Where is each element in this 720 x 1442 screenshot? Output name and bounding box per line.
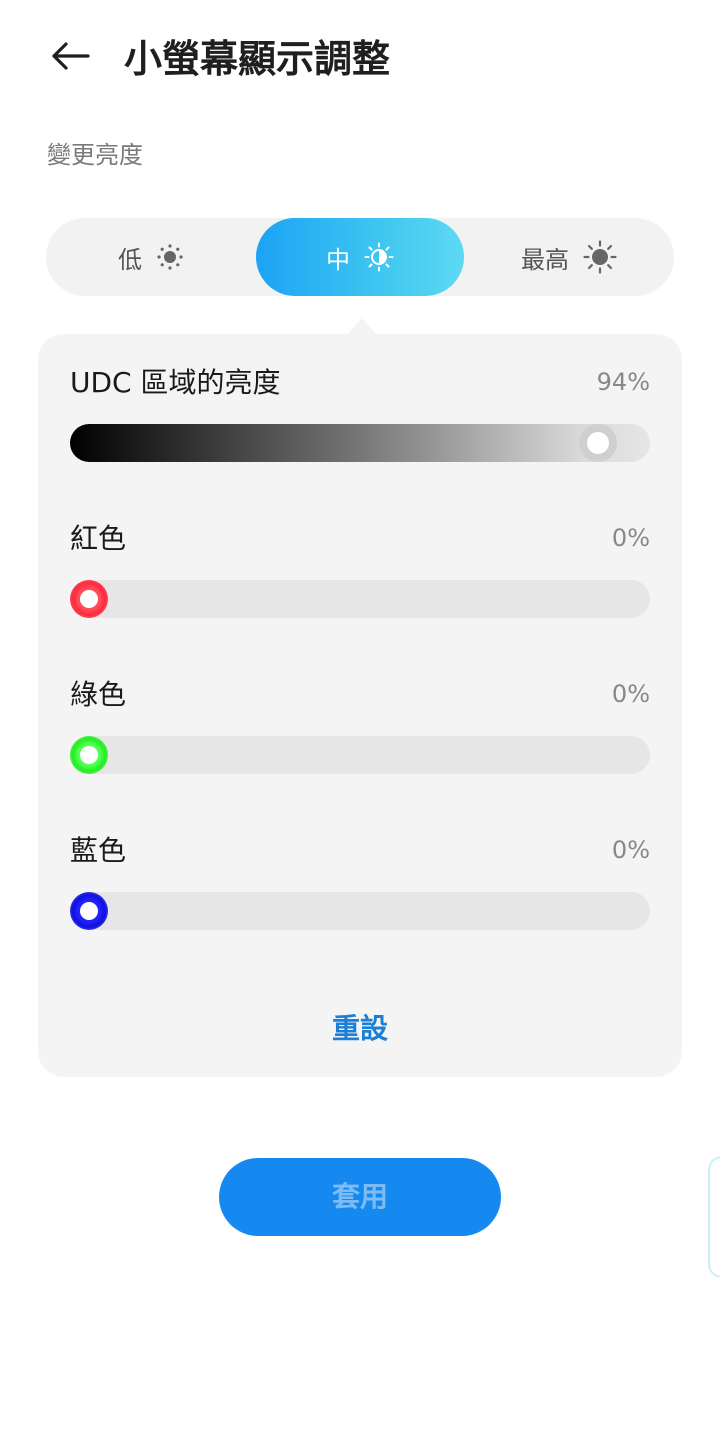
udc-brightness-value: 94% xyxy=(596,368,650,396)
brightness-option-label: 最高 xyxy=(521,245,569,274)
brightness-option-label: 低 xyxy=(118,245,142,274)
udc-brightness-label: UDC 區域的亮度 xyxy=(70,366,281,399)
apply-button[interactable]: 套用 xyxy=(219,1158,501,1236)
page-title: 小螢幕顯示調整 xyxy=(124,37,391,81)
back-button[interactable] xyxy=(44,34,96,78)
slider-thumb[interactable] xyxy=(70,736,108,774)
udc-brightness-slider[interactable] xyxy=(70,424,650,462)
brightness-option-label: 中 xyxy=(326,245,350,274)
slider-thumb[interactable] xyxy=(70,892,108,930)
red-slider[interactable] xyxy=(70,580,650,618)
red-value: 0% xyxy=(611,524,650,552)
brightness-section-label: 變更亮度 xyxy=(47,141,143,169)
green-value: 0% xyxy=(611,680,650,708)
slider-thumb[interactable] xyxy=(70,580,108,618)
brightness-option-medium[interactable]: 中 xyxy=(256,218,464,296)
edge-panel-handle[interactable] xyxy=(708,1156,720,1278)
brightness-segmented-control: 低 中 最高 xyxy=(46,218,674,296)
panel-pointer xyxy=(348,318,376,334)
green-slider[interactable] xyxy=(70,736,650,774)
sun-half-icon xyxy=(364,242,394,272)
app-header: 小螢幕顯示調整 xyxy=(0,0,720,118)
red-label: 紅色 xyxy=(70,522,127,555)
brightness-option-low[interactable]: 低 xyxy=(46,218,256,296)
sun-dim-icon xyxy=(157,244,183,270)
blue-value: 0% xyxy=(611,836,650,864)
reset-button[interactable]: 重設 xyxy=(300,1004,420,1054)
sun-full-icon xyxy=(583,240,617,274)
blue-label: 藍色 xyxy=(70,834,127,867)
brightness-option-highest[interactable]: 最高 xyxy=(464,218,674,296)
slider-thumb[interactable] xyxy=(579,424,617,462)
green-label: 綠色 xyxy=(70,678,127,711)
arrow-left-icon xyxy=(52,42,90,70)
blue-slider[interactable] xyxy=(70,892,650,930)
